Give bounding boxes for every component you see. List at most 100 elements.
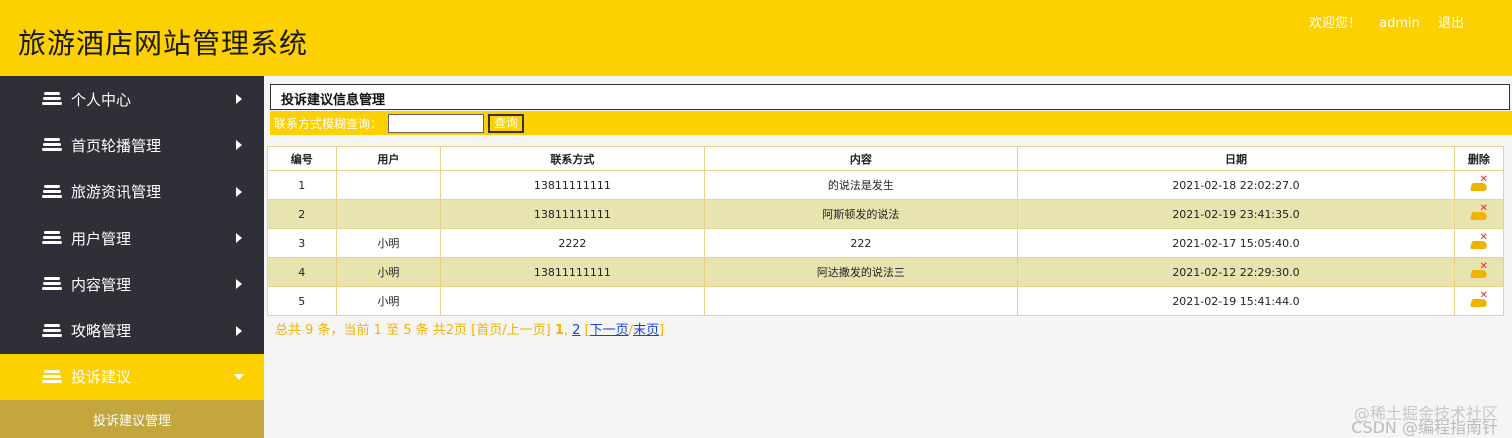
pager-last-link[interactable]: 末页 [633,323,659,338]
column-header: 删除 [1453,146,1505,171]
main-content: 投诉建议信息管理 联系方式模糊查询： 查询 编号 用户 联系方式 内容 日期 删… [264,76,1512,438]
table-row: 2 13811111111 阿斯顿发的说法 2021-02-19 23:41:3… [267,199,1505,229]
cell-user [335,170,442,200]
cell-content: 的说法是发生 [703,170,1019,200]
cell-content: 阿斯顿发的说法 [703,199,1019,229]
pager-current-page: 1 [554,323,564,338]
delete-icon[interactable]: ✕ [1469,203,1488,220]
cell-user [335,199,442,229]
cell-id: 1 [267,170,337,200]
table-row: 5 小明 2021-02-19 15:41:44.0 ✕ [267,286,1505,316]
table-header-row: 编号 用户 联系方式 内容 日期 删除 [267,146,1505,171]
cell-user: 小明 [335,286,442,316]
chevron-right-icon [236,325,242,336]
chevron-right-icon [236,140,242,151]
cell-delete: ✕ [1453,257,1505,287]
sidebar-item-content[interactable]: 内容管理 [0,261,264,307]
stack-icon [42,231,62,245]
sidebar-item-label: 内容管理 [71,275,132,294]
sidebar: 个人中心 首页轮播管理 旅游资讯管理 用户管理 内容管理 攻略管理 投诉建议 投… [0,76,264,438]
sidebar-item-guides[interactable]: 攻略管理 [0,307,264,353]
pager-summary: 总共 9 条，当前 1 至 5 条 共2页 [275,323,468,338]
app-title: 旅游酒店网站管理系统 [18,27,309,60]
sidebar-item-label: 旅游资讯管理 [71,183,162,202]
sidebar-item-label: 攻略管理 [71,322,132,341]
cell-content [703,286,1019,316]
sidebar-item-users[interactable]: 用户管理 [0,215,264,261]
table-row: 4 小明 13811111111 阿达撒发的说法三 2021-02-12 22:… [267,257,1505,287]
cell-date: 2021-02-12 22:29:30.0 [1017,257,1455,287]
sidebar-item-complaints[interactable]: 投诉建议 [0,353,264,401]
search-button[interactable]: 查询 [488,113,525,133]
complaints-table: 编号 用户 联系方式 内容 日期 删除 1 13811111111 的说法是发生… [267,146,1505,316]
cell-id: 5 [267,286,337,316]
stack-icon [42,277,62,291]
pager-comma: , [563,323,569,338]
section-title: 投诉建议信息管理 [270,84,1510,110]
cell-user: 小明 [335,257,442,287]
cell-date: 2021-02-19 15:41:44.0 [1017,286,1455,316]
cell-delete: ✕ [1453,286,1505,316]
contact-search-input[interactable] [388,113,485,133]
cell-date: 2021-02-19 23:41:35.0 [1017,199,1455,229]
cell-contact: 13811111111 [440,170,705,200]
search-label: 联系方式模糊查询： [274,116,383,131]
watermark-csdn: CSDN @编程指南针 [1351,418,1498,437]
stack-icon [42,92,62,106]
top-header: 旅游酒店网站管理系统 欢迎您！ admin 退出 [0,0,1512,76]
sidebar-item-label: 个人中心 [71,90,132,109]
cell-content: 222 [703,228,1019,258]
stack-icon [42,369,62,384]
column-header: 编号 [267,146,337,171]
sidebar-item-label: 投诉建议 [71,368,132,387]
column-header: 日期 [1017,146,1455,171]
stack-icon [42,138,62,152]
cell-contact: 2222 [440,228,705,258]
sidebar-item-label: 首页轮播管理 [71,136,162,155]
pager-bracket-close: ] [659,323,665,338]
delete-icon[interactable]: ✕ [1469,290,1488,307]
chevron-down-icon [234,373,244,380]
cell-user: 小明 [335,228,442,258]
cell-contact [440,286,705,316]
pagination: 总共 9 条，当前 1 至 5 条 共2页 [首页/上一页] 1, 2 [下一页… [275,319,664,338]
sidebar-item-travel-news[interactable]: 旅游资讯管理 [0,169,264,215]
cell-contact: 13811111111 [440,257,705,287]
chevron-right-icon [236,233,242,244]
chevron-right-icon [236,94,242,105]
cell-contact: 13811111111 [440,199,705,229]
column-header: 内容 [703,146,1019,171]
delete-icon[interactable]: ✕ [1469,232,1488,249]
cell-id: 3 [267,228,337,258]
cell-delete: ✕ [1453,228,1505,258]
cell-date: 2021-02-17 15:05:40.0 [1017,228,1455,258]
search-bar: 联系方式模糊查询： 查询 [270,111,1512,135]
chevron-right-icon [236,279,242,290]
welcome-text: 欢迎您！ [1308,16,1361,31]
delete-icon[interactable]: ✕ [1469,261,1488,278]
pager-page-2-link[interactable]: 2 [572,323,580,338]
user-link[interactable]: admin [1379,16,1420,31]
column-header: 联系方式 [440,146,705,171]
sidebar-item-personal-center[interactable]: 个人中心 [0,76,264,122]
table-row: 1 13811111111 的说法是发生 2021-02-18 22:02:27… [267,170,1505,200]
sidebar-item-carousel[interactable]: 首页轮播管理 [0,122,264,168]
delete-icon[interactable]: ✕ [1469,174,1488,191]
column-header: 用户 [335,146,442,171]
table-row: 3 小明 2222 222 2021-02-17 15:05:40.0 ✕ [267,228,1505,258]
stack-icon [42,323,62,338]
top-links: 欢迎您！ admin 退出 [1295,12,1464,31]
cell-date: 2021-02-18 22:02:27.0 [1017,170,1455,200]
cell-id: 2 [267,199,337,229]
stack-icon [42,184,62,199]
cell-content: 阿达撒发的说法三 [703,257,1019,287]
cell-delete: ✕ [1453,199,1505,229]
pager-next-link[interactable]: 下一页 [590,323,629,338]
cell-delete: ✕ [1453,170,1505,200]
sidebar-item-label: 用户管理 [71,229,132,248]
logout-link[interactable]: 退出 [1438,16,1464,31]
sidebar-subitem-complaints-manage[interactable]: 投诉建议管理 [0,400,264,438]
pager-first-prev: [首页/上一页] [471,323,551,338]
chevron-right-icon [236,186,242,197]
cell-id: 4 [267,257,337,287]
